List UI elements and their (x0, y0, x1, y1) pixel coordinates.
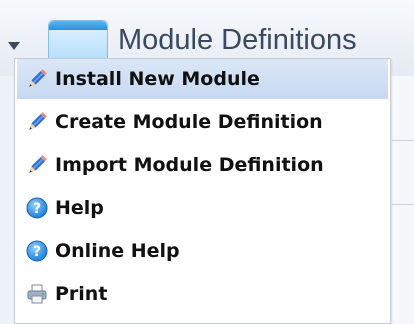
menu-item-install-new-module[interactable]: Install New Module (17, 59, 388, 99)
menu-item-import-module-definition[interactable]: Import Module Definition (17, 145, 388, 185)
pencil-icon (23, 67, 51, 91)
chevron-down-icon[interactable] (6, 38, 24, 52)
svg-text:?: ? (33, 244, 41, 260)
menu-item-label: Online Help (55, 240, 180, 262)
pencil-icon (23, 110, 51, 134)
menu-item-label: Install New Module (55, 68, 260, 90)
menu-item-help[interactable]: ? Help (17, 188, 388, 228)
background-panel (392, 76, 414, 324)
menu-item-online-help[interactable]: ? Online Help (17, 231, 388, 271)
background-divider (392, 204, 414, 205)
menu-item-label: Create Module Definition (55, 111, 323, 133)
menu-item-label: Import Module Definition (55, 154, 324, 176)
actions-menu: Install New Module Create Module Definit… (14, 58, 391, 324)
background-divider (392, 140, 414, 141)
menu-item-print[interactable]: Print (17, 274, 388, 314)
menu-item-label: Help (55, 197, 104, 219)
page-title: Module Definitions (118, 24, 357, 56)
menu-item-label: Print (55, 283, 108, 305)
help-icon: ? (23, 239, 51, 263)
help-icon: ? (23, 196, 51, 220)
pencil-icon (23, 153, 51, 177)
printer-icon (23, 282, 51, 306)
svg-text:?: ? (33, 201, 41, 217)
menu-item-create-module-definition[interactable]: Create Module Definition (17, 102, 388, 142)
